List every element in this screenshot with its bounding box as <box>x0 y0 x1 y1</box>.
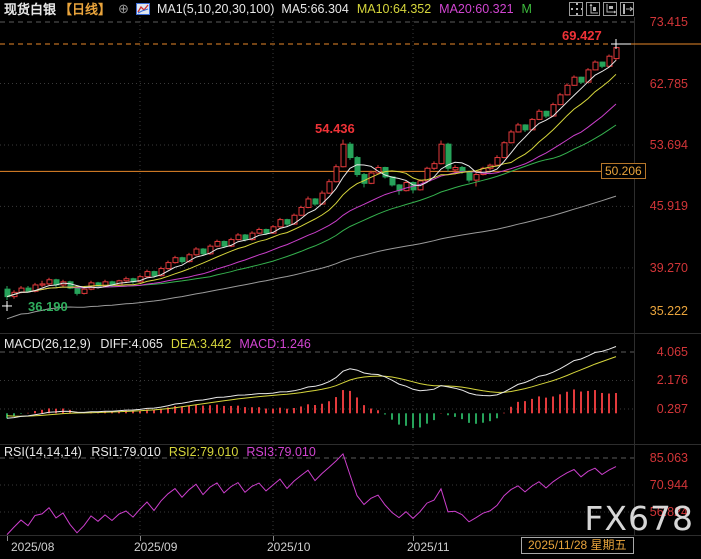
rsi-legend-item: RSI2:79.010 <box>169 445 239 459</box>
rsi-layer <box>7 454 616 535</box>
rsi-title: RSI(14,14,14) <box>4 445 82 459</box>
ma-legend: MA5:66.304 MA10:64.352 MA20:60.321 M <box>281 2 540 16</box>
month-axis-label: 2025/10 <box>267 540 310 554</box>
symbol-title: 现货白银 <box>4 0 56 18</box>
ma5-line <box>7 60 616 296</box>
candlestick-plot[interactable] <box>0 0 701 559</box>
rsi-line <box>7 454 616 535</box>
candles-layer[interactable] <box>5 44 619 300</box>
ma-legend-item: MA10:64.352 <box>357 2 431 16</box>
crosshair-date-label: 2025/11/28 星期五 <box>521 537 634 554</box>
panel-borders <box>0 17 701 541</box>
horizontal-line-price-tag: 50.206 <box>601 163 646 179</box>
ma-legend-item: MA20:60.321 <box>439 2 513 16</box>
circle-plus-icon[interactable]: ⊕ <box>118 2 129 15</box>
scale-x-axis-icon[interactable] <box>603 2 617 16</box>
rsi-legend-item: RSI3:79.010 <box>246 445 316 459</box>
rsi-header: RSI(14,14,14) RSI1:79.010 RSI2:79.010 RSI3… <box>4 445 324 459</box>
price-axis-bottom-label[interactable]: 35.222 <box>650 304 688 318</box>
ma10-line <box>7 74 616 296</box>
macd-title: MACD(26,12,9) <box>4 337 91 351</box>
macd-axis-label[interactable]: 4.065 <box>657 345 688 359</box>
macd-legend-item: DEA:3.442 <box>171 337 231 351</box>
ma-lines-layer <box>7 60 616 319</box>
watermark: FX678 <box>584 499 694 538</box>
month-axis-label: 2025/11 <box>407 540 450 554</box>
x-axis[interactable]: 2025/08 2025/09 2025/10 2025/11 2025/11/28 … <box>0 536 701 559</box>
price-axis-label[interactable]: 62.785 <box>650 77 688 91</box>
price-axis-label[interactable]: 73.415 <box>650 15 688 29</box>
scale-y-axis-icon[interactable] <box>586 2 600 16</box>
move-icon[interactable] <box>569 2 583 16</box>
ma100-line <box>7 196 616 319</box>
ma-group-label: MA1(5,10,20,30,100) <box>157 2 274 16</box>
macd-legend-item: DIFF:4.065 <box>100 337 163 351</box>
period-label: 【日线】 <box>59 0 111 18</box>
exit-chart-icon[interactable] <box>620 2 634 16</box>
last-price-annotation: 69.427 <box>562 28 602 43</box>
ma-legend-item: MA5:66.304 <box>281 2 348 16</box>
price-axis-label[interactable]: 45.919 <box>650 199 688 213</box>
macd-axis-label[interactable]: 0.287 <box>657 402 688 416</box>
macd-header: MACD(26,12,9) DIFF:4.065 DEA:3.442 MACD:1.… <box>4 337 319 351</box>
macd-legend-item: MACD:1.246 <box>239 337 311 351</box>
low-price-annotation: 36.190 <box>28 299 68 314</box>
month-axis-label: 2025/08 <box>11 540 54 554</box>
trading-chart-app: 现货白银 【日线】 ⊕ MA1(5,10,20,30,100) MA5:66.3… <box>0 0 701 559</box>
high-price-annotation: 54.436 <box>315 121 355 136</box>
rsi-axis-label[interactable]: 85.063 <box>650 451 688 465</box>
low-point-marker <box>2 301 12 311</box>
chart-toolbar <box>569 2 634 16</box>
macd-axis-label[interactable]: 2.176 <box>657 373 688 387</box>
rsi-legend-item: RSI1:79.010 <box>91 445 161 459</box>
mini-chart-icon[interactable] <box>136 3 150 15</box>
macd-layer <box>7 347 616 429</box>
ma-legend-item: M <box>522 2 532 16</box>
price-axis-label[interactable]: 53.694 <box>650 138 688 152</box>
rsi-axis-label[interactable]: 70.944 <box>650 478 688 492</box>
price-axis-label[interactable]: 39.270 <box>650 261 688 275</box>
month-axis-label: 2025/09 <box>134 540 177 554</box>
